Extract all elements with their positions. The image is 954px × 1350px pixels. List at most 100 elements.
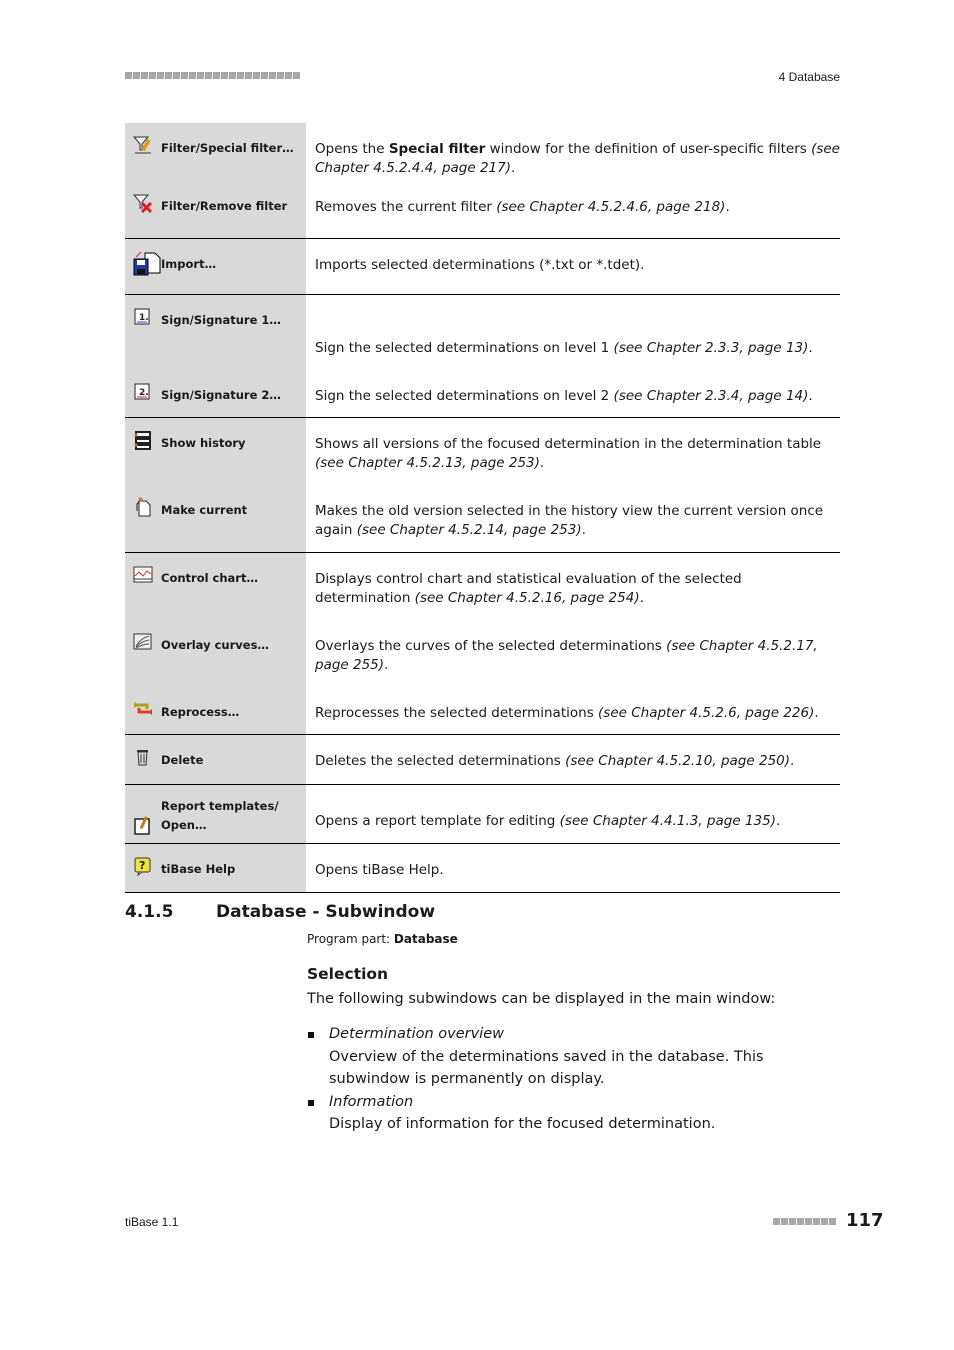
dot [773,1218,780,1225]
command-description: Sign the selected determinations on leve… [315,370,840,406]
command-label: Make current [161,503,248,517]
chapter-reference: (see Chapter 4.5.2.13, page 253) [315,455,540,471]
filter-remove-icon [132,193,153,214]
chapter-reference: (see Chapter 4.5.2.16, page 254) [414,590,640,606]
command-label: tiBase Help [161,862,236,876]
description-text: . [384,657,389,673]
command-description-cell: Displays control chart and statistical e… [306,553,840,621]
page-number: 117 [846,1210,884,1231]
make-current-icon [133,497,153,517]
command-label: Import… [161,257,217,271]
command-label-group: 2. Sign/Signature 2… [125,370,306,402]
dot [805,1218,812,1225]
description-text: Reprocesses the selected determinations [315,705,599,721]
overlay-curves-icon [133,632,153,652]
bold-term: Special filter [388,141,486,157]
command-label: Sign/Signature 2… [161,388,281,402]
command-label-group: 1. Sign/Signature 1… [125,295,306,327]
dot [245,72,252,79]
dot [813,1218,820,1225]
running-header-chapter: 4 Database [778,70,840,84]
description-text: Shows all versions of the focused determ… [315,436,822,452]
subheading-selection: Selection [307,965,389,983]
command-description: Reprocesses the selected determinations … [315,687,840,723]
chapter-reference: (see Chapter 2.3.4, page 14) [613,388,809,404]
command-row: 1. Sign/Signature 1… Sign the selected det… [125,294,840,371]
command-name-cell: Overlay curves… [125,620,306,687]
dot [285,72,292,79]
show-history-icon [133,430,153,450]
description-text: Deletes the selected determinations [315,753,566,769]
list-item-title: Determination overview [329,1026,504,1042]
command-description-cell: Overlays the curves of the selected dete… [306,620,840,687]
description-text: . [581,522,586,538]
dot [293,72,300,79]
command-label-group: Show history [125,418,306,450]
command-description-cell: Opens the Special filter window for the … [306,123,840,181]
command-name-cell: 1. Sign/Signature 1… [125,294,306,370]
dot [821,1218,828,1225]
chapter-reference: (see Chapter 2.3.3, page 13) [613,340,809,356]
command-description-cell: Shows all versions of the focused determ… [306,418,840,486]
help-icon: ? [133,856,153,877]
command-label-group: Reprocess… [125,687,306,719]
description-text: Imports selected determinations (*.txt o… [315,257,645,273]
import-icon [133,251,161,276]
command-row: Report templates/ Open… Opens a report te… [125,784,840,844]
command-description: Imports selected determinations (*.txt o… [315,239,840,275]
footer-decoration [773,1218,836,1225]
command-label: Control chart… [161,571,258,585]
dot [229,72,236,79]
command-name-cell: ? tiBase Help [125,843,306,893]
section-heading: 4.1.5 Database - Subwindow [125,902,435,922]
description-text: . [539,455,545,471]
command-name-cell: Make current [125,485,306,553]
description-text: . [808,388,813,404]
command-label-group: Delete [125,735,306,767]
command-description: Deletes the selected determinations (see… [315,735,840,771]
command-description: Makes the old version selected in the hi… [315,485,840,540]
header-decoration [125,72,300,79]
command-description-cell: Makes the old version selected in the hi… [306,485,840,553]
description-text: . [511,160,516,176]
list-item: Information Display of information for t… [307,1091,847,1136]
reprocess-icon [133,699,153,719]
report-template-icon [133,815,153,835]
command-name-cell: Filter/Remove filter [125,181,306,239]
description-text: Sign the selected determinations on leve… [315,388,614,404]
control-chart-icon [133,565,153,585]
description-text: Opens the [315,141,389,157]
command-label: Report templates/ Open… [161,799,279,832]
description-text: . [814,705,819,721]
dot [221,72,228,79]
command-label: Overlay curves… [161,638,269,652]
list-item-text: Display of information for the focused d… [329,1116,716,1132]
command-name-cell: 2. Sign/Signature 2… [125,370,306,418]
command-table: Filter/Special filter… Opens the Special … [125,123,840,893]
command-description: Removes the current filter (see Chapter … [315,181,840,217]
command-row: Overlay curves… Overlays the curves of th… [125,620,840,687]
signature-2-icon: 2. [133,382,153,402]
dot [165,72,172,79]
command-description-cell: Deletes the selected determinations (see… [306,735,840,785]
command-label-group: Filter/Remove filter [125,181,306,214]
dot [237,72,244,79]
command-description-cell: Sign the selected determinations on leve… [306,295,840,371]
command-row: ? tiBase Help Opens tiBase Help. [125,843,840,893]
description-text: Sign the selected determinations on leve… [315,340,614,356]
description-text: Overlays the curves of the selected dete… [315,638,667,654]
svg-text:?: ? [139,859,145,872]
command-label: Sign/Signature 1… [161,313,281,327]
command-description: Opens tiBase Help. [315,844,840,880]
command-description-cell: Opens tiBase Help. [306,844,840,893]
command-description-cell: Removes the current filter (see Chapter … [306,181,840,239]
program-part-label: Program part: [307,932,394,946]
dot [197,72,204,79]
command-label-group: Import… [125,239,306,276]
dot [181,72,188,79]
subwindow-list: Determination overview Overview of the d… [307,1023,847,1136]
chapter-reference: (see Chapter 4.5.2.14, page 253) [356,522,582,538]
description-text: . [808,340,813,356]
command-label: Delete [161,753,204,767]
list-item-title: Information [329,1093,414,1110]
